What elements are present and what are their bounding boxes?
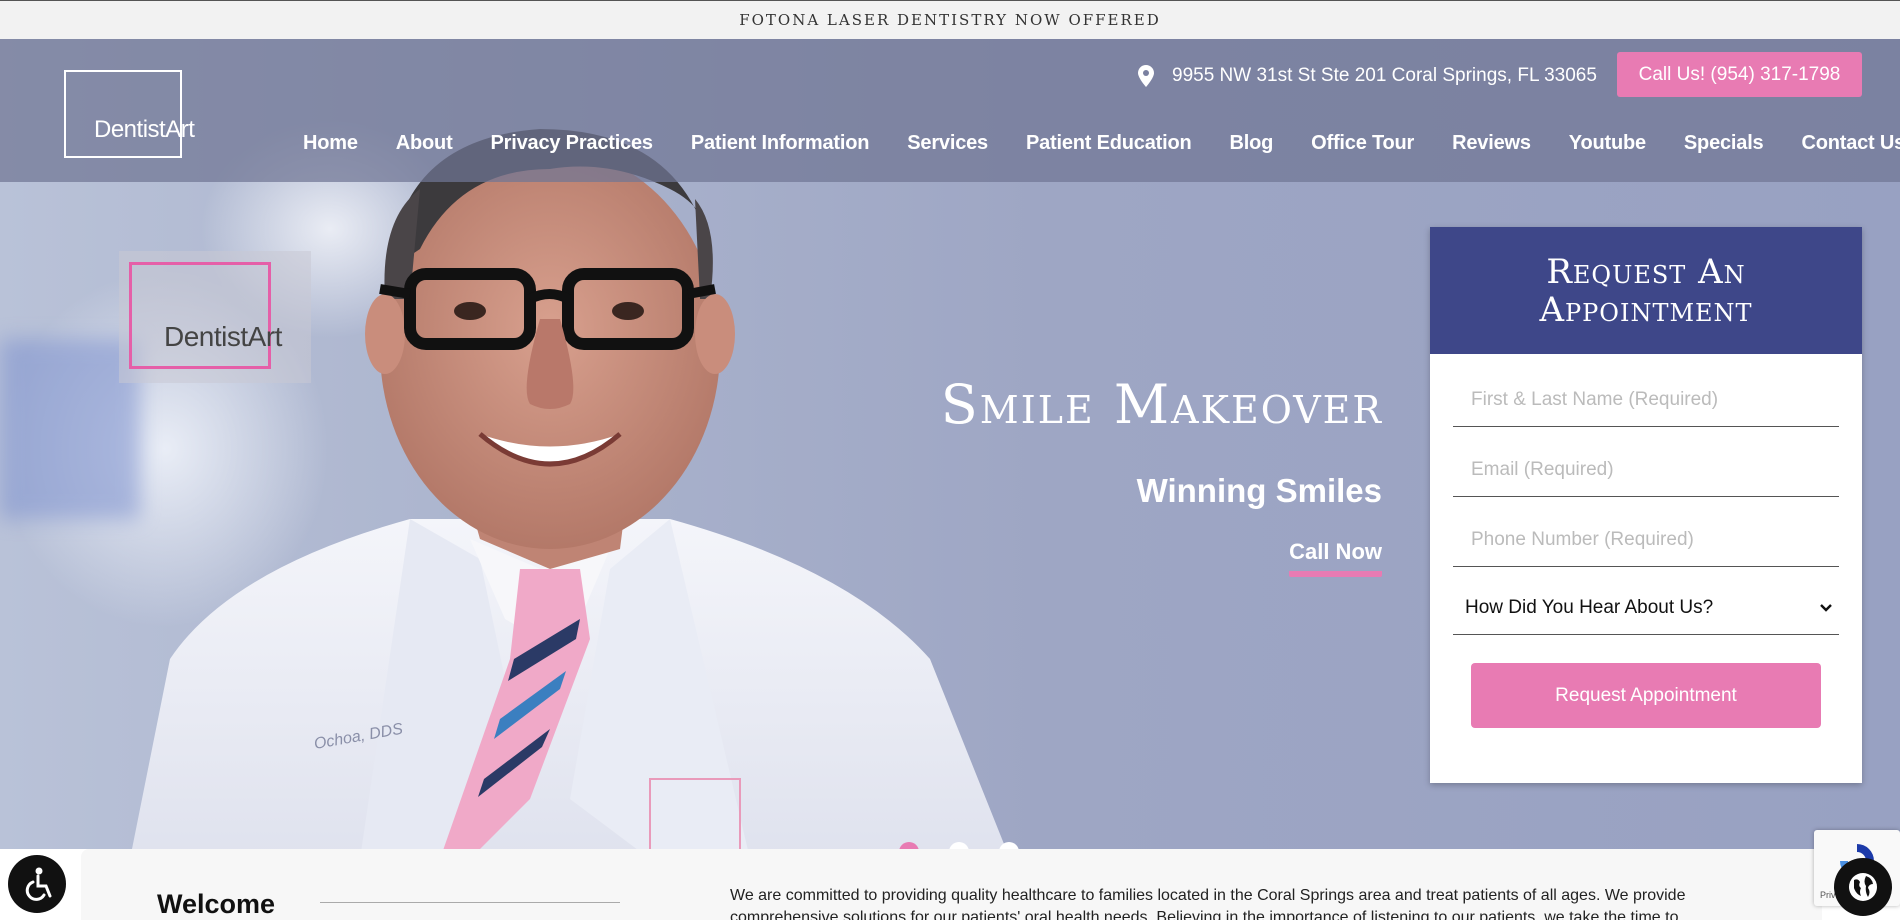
accessibility-button[interactable] [8,855,66,913]
call-us-button[interactable]: Call Us! (954) 317-1798 [1617,52,1862,97]
hero-logo: DentistArt [119,251,311,383]
welcome-heading: Welcome [157,889,276,919]
site-logo-text: DentistArt [94,116,195,143]
site-header [0,39,1900,182]
divider [320,902,620,903]
nav-reviews[interactable]: Reviews [1452,132,1531,155]
slider-dot-3[interactable] [999,842,1019,849]
nav-specials[interactable]: Specials [1684,132,1764,155]
nav-patient-education[interactable]: Patient Education [1026,132,1192,155]
hero-subtitle: Winning Smiles [1136,472,1382,509]
slider-dot-2[interactable] [949,842,969,849]
announcement-text: FOTONA LASER DENTISTRY NOW OFFERED [739,11,1161,29]
slider-dot-1[interactable] [899,842,919,849]
nav-contact-us[interactable]: Contact Us [1801,132,1900,155]
call-now-link[interactable]: Call Now [1289,539,1382,577]
slider-dots [899,842,1019,849]
form-header: Request An Appointment [1430,227,1862,354]
welcome-paragraph: We are committed to providing quality he… [730,887,1686,920]
welcome-section: Welcome We are committed to providing qu… [81,849,1822,920]
nav-patient-information[interactable]: Patient Information [691,132,870,155]
nav-privacy-practices[interactable]: Privacy Practices [491,132,653,155]
hero-title: Smile Makeover [940,373,1383,436]
globe-icon [1849,873,1877,901]
name-field[interactable]: First & Last Name (Required) [1453,373,1839,427]
email-field[interactable]: Email (Required) [1453,443,1839,497]
hero-logo-text: DentistArt [164,321,282,352]
nav-services[interactable]: Services [907,132,988,155]
address[interactable]: 9955 NW 31st St Ste 201 Coral Springs, F… [1138,60,1597,92]
accessibility-icon [25,867,52,901]
request-appointment-button[interactable]: Request Appointment [1471,663,1821,728]
logo-frame [64,70,182,158]
dentist-photo: Ochoa, DDS [132,129,1006,849]
nav-office-tour[interactable]: Office Tour [1311,132,1414,155]
site-logo[interactable]: DentistArt [64,70,206,159]
phone-field[interactable]: Phone Number (Required) [1453,513,1839,567]
nav-youtube[interactable]: Youtube [1569,132,1646,155]
translate-button[interactable] [1834,858,1892,916]
address-text: 9955 NW 31st St Ste 201 Coral Springs, F… [1172,65,1597,86]
referral-source-select[interactable]: How Did You Hear About Us? [1453,581,1839,635]
nav-about[interactable]: About [396,132,453,155]
main-nav: Home About Privacy Practices Patient Inf… [303,128,1900,158]
map-pin-icon [1138,65,1154,87]
chevron-down-icon [1820,603,1832,612]
announcement-bar[interactable]: FOTONA LASER DENTISTRY NOW OFFERED [0,0,1900,39]
form-title: Request An Appointment [1539,251,1753,330]
appointment-form: Request An Appointment First & Last Name… [1430,227,1862,783]
nav-blog[interactable]: Blog [1230,132,1274,155]
nav-home[interactable]: Home [303,132,358,155]
referral-select-value: How Did You Hear About Us? [1465,596,1714,618]
